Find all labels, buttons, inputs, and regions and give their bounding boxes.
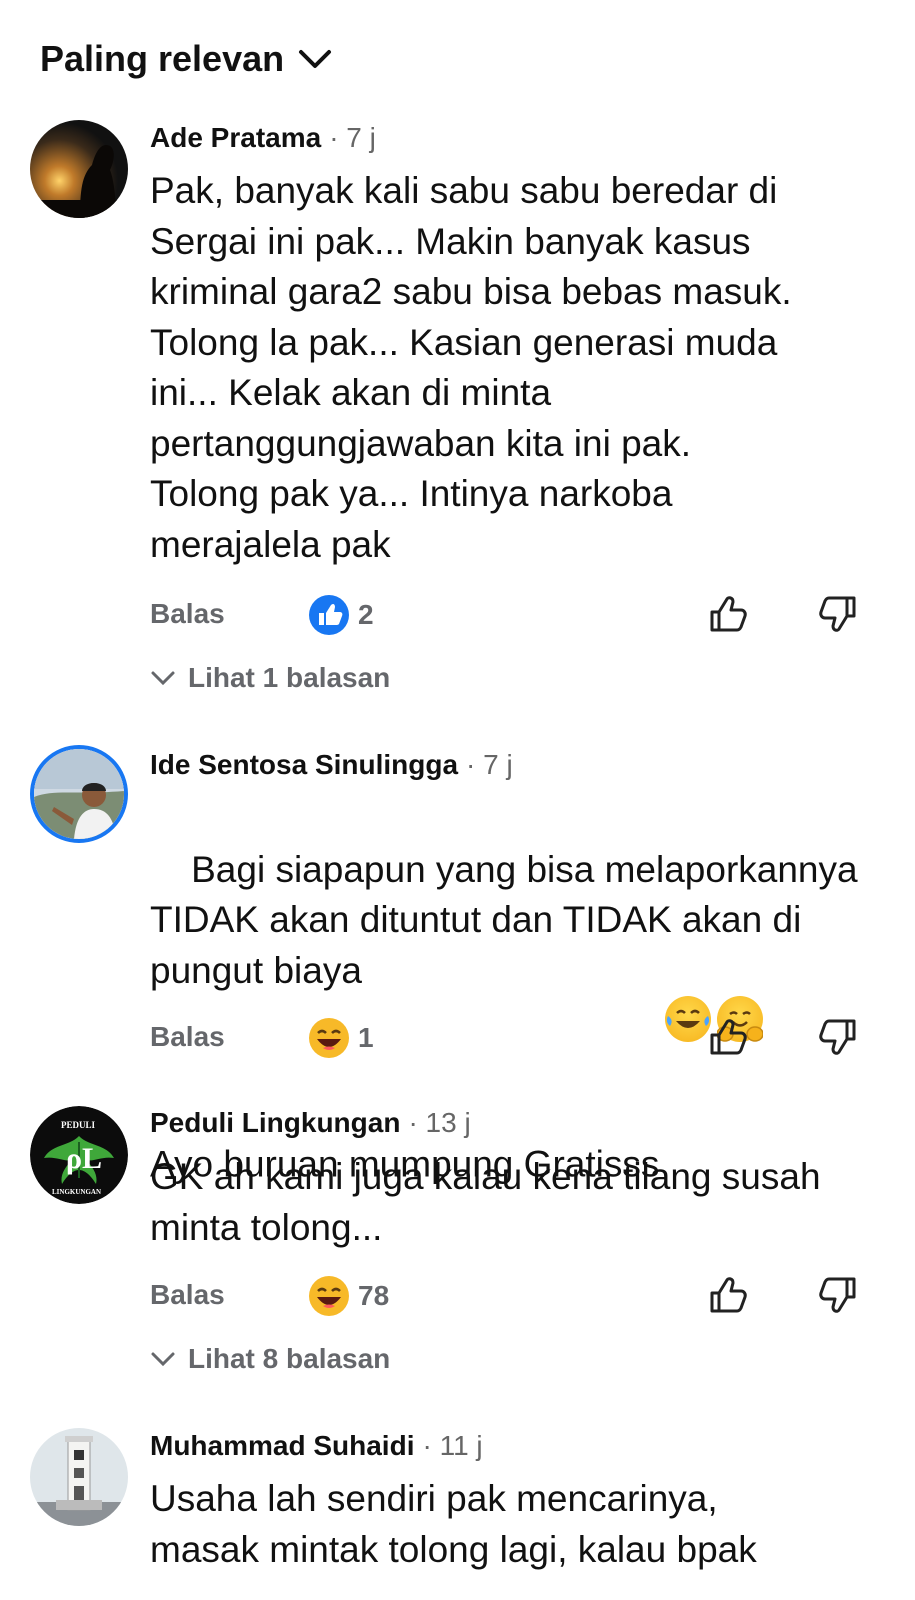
reaction-summary[interactable]: 2 (308, 594, 374, 636)
thumbs-down-icon[interactable] (816, 592, 860, 641)
thumbs-up-icon[interactable] (706, 1015, 750, 1064)
haha-reaction-icon (309, 1276, 349, 1316)
comment-time: · 13 j (408, 1107, 471, 1138)
svg-text:ρL: ρL (66, 1142, 102, 1175)
chevron-down-icon (151, 1352, 175, 1367)
comment-text: GK ah kami juga kalau kena tilang susah … (150, 1156, 821, 1248)
sort-dropdown[interactable]: Paling relevan (40, 38, 332, 80)
comment-author[interactable]: Ide Sentosa Sinulingga (150, 749, 458, 781)
thumbs-down-icon[interactable] (816, 1015, 860, 1064)
sort-label: Paling relevan (40, 38, 285, 79)
comment-text: Usaha lah sendiri pak mencarinya, masak … (150, 1478, 757, 1570)
view-replies-label: Lihat 1 balasan (188, 662, 391, 693)
like-reaction-icon (309, 595, 349, 635)
avatar-text-bottom: LINGKUNGAN (52, 1188, 101, 1196)
chevron-down-icon (151, 671, 175, 686)
avatar[interactable] (30, 120, 128, 218)
view-replies-link[interactable]: Lihat 1 balasan (150, 662, 390, 694)
thumbs-up-icon[interactable] (706, 1273, 750, 1322)
avatar[interactable] (30, 1428, 128, 1526)
reaction-count: 78 (358, 1280, 390, 1311)
comment-time: · 7 j (466, 749, 513, 780)
view-replies-label: Lihat 8 balasan (188, 1343, 391, 1374)
avatar-text-top: PEDULI (61, 1120, 96, 1130)
comment-author[interactable]: Ade Pratama (150, 122, 321, 154)
reaction-summary[interactable]: 1 (308, 1017, 374, 1059)
comment-author[interactable]: Peduli Lingkungan (150, 1107, 400, 1139)
haha-reaction-icon (309, 1018, 349, 1058)
reaction-count: 1 (358, 1022, 374, 1053)
thumbs-up-icon[interactable] (706, 592, 750, 641)
comment-time: · 7 j (329, 122, 376, 153)
avatar[interactable] (30, 745, 128, 843)
reaction-count: 2 (358, 599, 374, 630)
chevron-down-icon (299, 50, 332, 68)
reply-button[interactable]: Balas (150, 1279, 225, 1311)
comment-author[interactable]: Muhammad Suhaidi (150, 1430, 414, 1462)
reaction-summary[interactable]: 78 (308, 1275, 389, 1317)
avatar[interactable]: ρL PEDULI LINGKUNGAN (30, 1106, 128, 1204)
view-replies-link[interactable]: Lihat 8 balasan (150, 1343, 390, 1375)
comment-time: · 11 j (422, 1430, 483, 1461)
thumbs-down-icon[interactable] (816, 1273, 860, 1322)
reply-button[interactable]: Balas (150, 1021, 225, 1053)
comment-text: Pak, banyak kali sabu sabu beredar di Se… (150, 170, 792, 565)
reply-button[interactable]: Balas (150, 598, 225, 630)
